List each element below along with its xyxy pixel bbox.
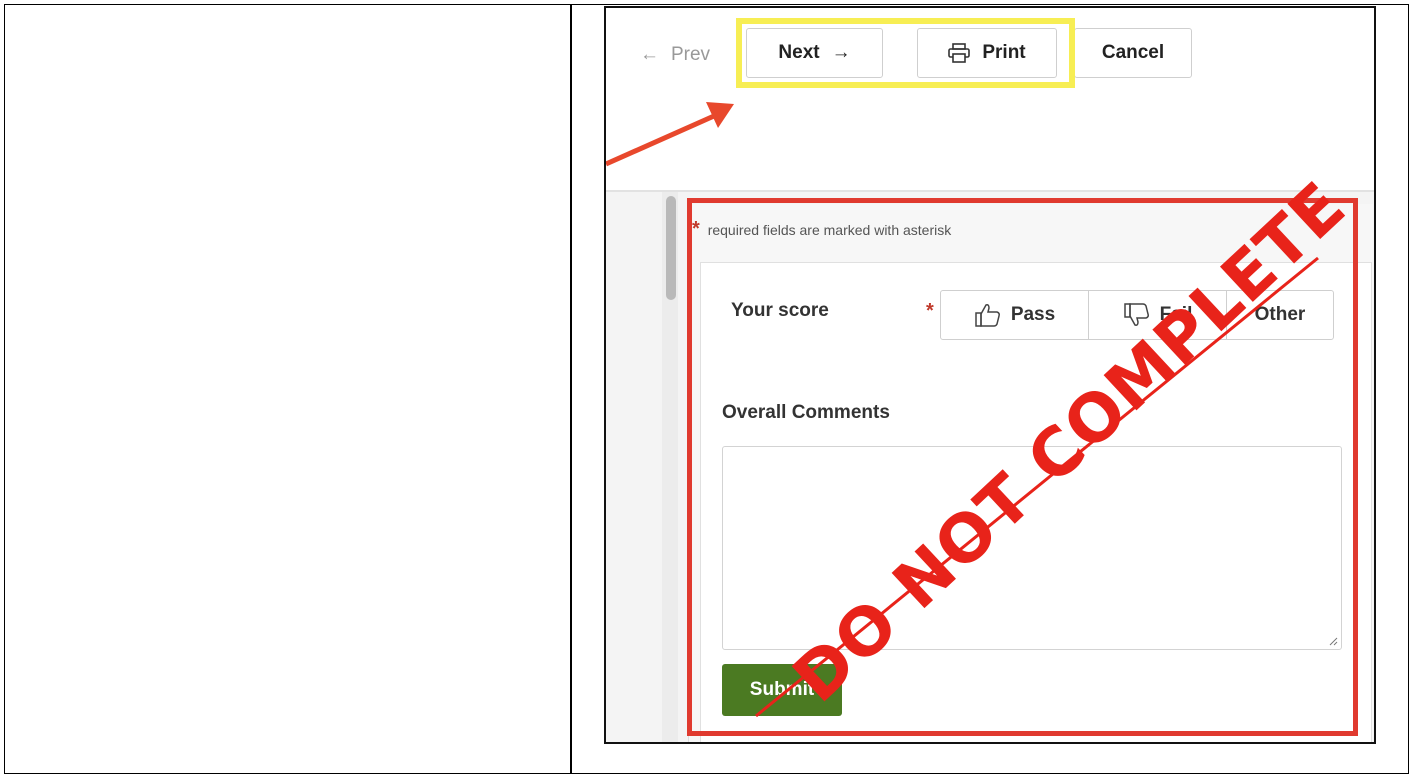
resize-grip-icon[interactable]: [1328, 636, 1338, 646]
cancel-label: Cancel: [1101, 42, 1165, 63]
overall-comments-textarea[interactable]: [722, 446, 1342, 650]
table-column-divider: [570, 5, 572, 773]
arrow-left-icon: ←: [639, 44, 659, 65]
cancel-button[interactable]: Cancel: [1074, 28, 1192, 78]
next-label: Next: [778, 42, 820, 63]
pass-label: Pass: [1010, 304, 1056, 325]
score-fail-button[interactable]: Fail: [1088, 290, 1228, 340]
score-pass-button[interactable]: Pass: [940, 290, 1090, 340]
score-required-asterisk: *: [926, 300, 934, 322]
prev-button[interactable]: ← Prev: [620, 30, 730, 80]
scrollbar-thumb[interactable]: [666, 196, 676, 300]
fail-label: Fail: [1159, 304, 1193, 325]
print-button[interactable]: Print: [917, 28, 1057, 78]
score-label: Your score: [731, 300, 829, 321]
thumbs-down-icon: [1123, 303, 1150, 327]
submit-button[interactable]: Submit: [722, 664, 842, 716]
submit-label: Submit: [749, 679, 815, 700]
required-note-text: required fields are marked with asterisk: [707, 222, 952, 238]
prev-label: Prev: [670, 44, 711, 65]
arrow-right-icon: →: [831, 42, 851, 63]
next-button[interactable]: Next →: [746, 28, 883, 78]
required-fields-note: * required fields are marked with asteri…: [692, 218, 951, 241]
thumbs-up-icon: [975, 303, 1001, 327]
required-asterisk: *: [692, 218, 700, 240]
print-label: Print: [982, 42, 1026, 63]
printer-icon: [948, 43, 971, 63]
screenshot-frame: ← Prev Next → Print Cancel * required fi…: [604, 6, 1376, 744]
other-label: Other: [1254, 304, 1306, 325]
toolbar: ← Prev Next → Print Cancel: [606, 8, 1374, 190]
red-arrow-annotation: [606, 102, 734, 167]
score-other-button[interactable]: Other: [1226, 290, 1334, 340]
overall-comments-label: Overall Comments: [722, 402, 890, 423]
